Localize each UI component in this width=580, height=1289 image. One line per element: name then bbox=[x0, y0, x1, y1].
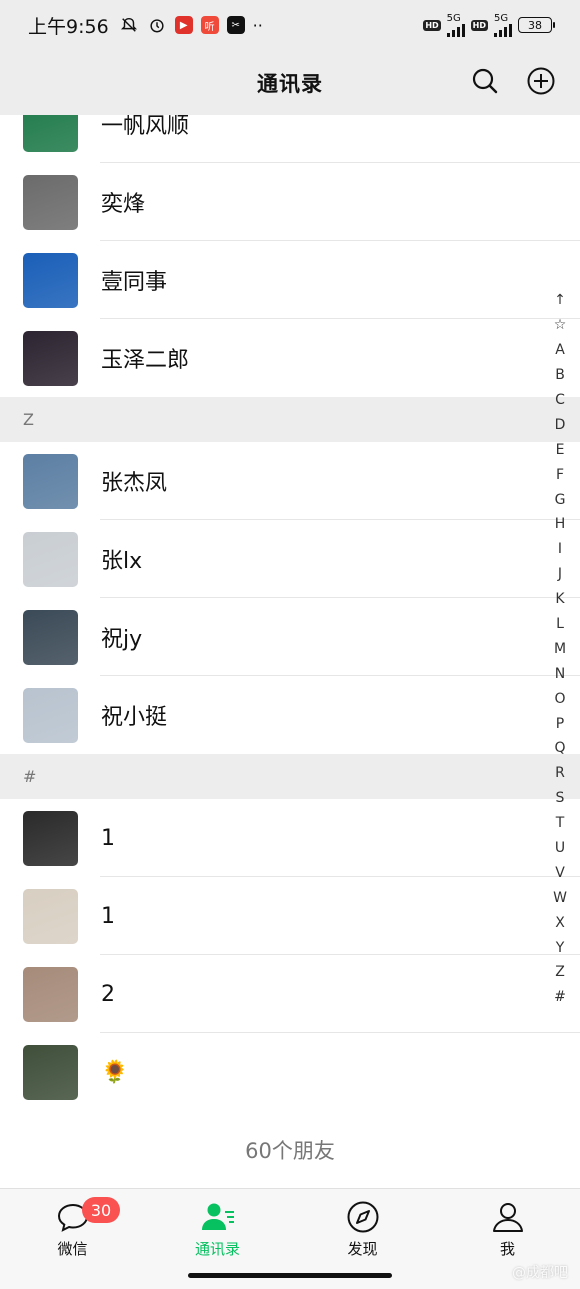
index-letter[interactable]: J bbox=[558, 562, 562, 587]
capcut-icon: ✂ bbox=[226, 16, 245, 34]
index-letter[interactable]: # bbox=[554, 985, 566, 1010]
index-letter[interactable]: D bbox=[555, 412, 566, 437]
contact-name: 壹同事 bbox=[101, 270, 168, 295]
index-letter[interactable]: C bbox=[555, 388, 565, 413]
ting-app-icon: 听 bbox=[200, 16, 219, 34]
index-letter[interactable]: ↑ bbox=[554, 288, 566, 313]
status-time: 上午9:56 bbox=[28, 15, 109, 38]
index-letter[interactable]: V bbox=[555, 860, 565, 885]
contact-row[interactable]: 2 bbox=[0, 955, 580, 1033]
contact-list: 一帆风顺 奕烽 壹同事 玉泽二郎 Z 张杰凤 张lx 祝jy 祝小挺 # 1 1 2 🌻 60个朋… bbox=[0, 85, 580, 1189]
index-letter[interactable]: I bbox=[558, 537, 562, 562]
index-letter[interactable]: H bbox=[555, 512, 566, 537]
contact-name: 2 bbox=[101, 981, 115, 1007]
index-letter[interactable]: S bbox=[556, 786, 565, 811]
contact-row[interactable]: 壹同事 bbox=[0, 241, 580, 319]
compass-icon bbox=[347, 1201, 378, 1233]
signal-1: 5G bbox=[446, 13, 465, 37]
hd-icon: HD bbox=[423, 19, 441, 31]
avatar bbox=[23, 1044, 78, 1100]
section-header-hash: # bbox=[0, 754, 580, 799]
index-letter[interactable]: K bbox=[555, 587, 564, 612]
index-letter[interactable]: Q bbox=[554, 736, 565, 761]
section-header-z: Z bbox=[0, 397, 580, 442]
contact-name: 玉泽二郎 bbox=[101, 348, 190, 373]
contact-row[interactable]: 祝jy bbox=[0, 598, 580, 676]
index-letter[interactable]: P bbox=[556, 711, 564, 736]
contact-name: 1 bbox=[101, 825, 115, 851]
contact-name: 🌻 bbox=[101, 1059, 129, 1085]
battery-icon: 38 bbox=[518, 17, 555, 33]
index-letter[interactable]: L bbox=[556, 612, 564, 637]
contact-row[interactable]: 🌻 bbox=[0, 1033, 580, 1111]
avatar bbox=[23, 174, 78, 230]
index-letter[interactable]: Y bbox=[556, 935, 565, 960]
add-contact-icon[interactable] bbox=[526, 66, 556, 96]
home-indicator[interactable] bbox=[188, 1273, 392, 1278]
index-letter[interactable]: W bbox=[553, 885, 567, 910]
weibo-icon: ▶ bbox=[174, 16, 193, 34]
index-letter[interactable]: R bbox=[555, 761, 565, 786]
unread-badge: 30 bbox=[82, 1197, 120, 1223]
avatar bbox=[23, 609, 78, 665]
index-letter[interactable]: F bbox=[556, 462, 564, 487]
index-letter[interactable]: Z bbox=[555, 960, 565, 985]
contact-row[interactable]: 1 bbox=[0, 877, 580, 955]
tab-label: 微信 bbox=[57, 1240, 88, 1258]
index-letter[interactable]: B bbox=[555, 363, 565, 388]
contact-row[interactable]: 1 bbox=[0, 799, 580, 877]
search-icon[interactable] bbox=[470, 66, 500, 96]
friend-count: 60个朋友 bbox=[245, 1139, 335, 1163]
more-notifications-icon: ·· bbox=[252, 15, 263, 35]
contacts-icon bbox=[201, 1203, 234, 1230]
tab-label: 我 bbox=[499, 1240, 515, 1258]
contact-row[interactable]: 奕烽 bbox=[0, 163, 580, 241]
person-icon bbox=[492, 1203, 523, 1232]
contact-name: 张lx bbox=[101, 549, 143, 574]
watermark: @成都吧 bbox=[512, 1265, 568, 1281]
index-letter[interactable]: T bbox=[556, 811, 565, 836]
contact-name: 祝小挺 bbox=[101, 705, 168, 730]
contact-name: 1 bbox=[101, 903, 115, 929]
status-bar: 上午9:56 ▶ 听 ✂ ·· HD 5G HD 5G 38 bbox=[0, 0, 580, 50]
index-letter[interactable]: X bbox=[555, 910, 565, 935]
avatar bbox=[23, 330, 78, 386]
top-header: 通讯录 bbox=[0, 50, 580, 115]
avatar bbox=[23, 687, 78, 743]
alarm-icon bbox=[147, 15, 167, 35]
avatar bbox=[23, 888, 78, 944]
avatar bbox=[23, 453, 78, 509]
index-letter[interactable]: A bbox=[555, 338, 565, 363]
index-letter[interactable]: N bbox=[555, 661, 565, 686]
avatar bbox=[23, 531, 78, 587]
contact-row[interactable]: 祝小挺 bbox=[0, 676, 580, 754]
tab-label: 发现 bbox=[347, 1240, 378, 1258]
index-letter[interactable]: U bbox=[555, 836, 565, 861]
contact-name: 祝jy bbox=[101, 627, 143, 652]
page-title: 通讯录 bbox=[257, 71, 323, 96]
avatar bbox=[23, 252, 78, 308]
tab-label: 通讯录 bbox=[194, 1240, 240, 1258]
index-letter[interactable]: E bbox=[556, 437, 565, 462]
contact-row[interactable]: 张lx bbox=[0, 520, 580, 598]
contact-row[interactable]: 张杰凤 bbox=[0, 442, 580, 520]
alphabet-index-bar[interactable]: ↑ ☆ A B C D E F G H I J K L M N O P Q R S T U V W X Y Z # bbox=[550, 288, 570, 1010]
index-letter[interactable]: M bbox=[554, 636, 566, 661]
mute-bell-icon bbox=[119, 15, 139, 35]
contact-name: 奕烽 bbox=[101, 192, 146, 217]
contact-name: 张杰凤 bbox=[101, 471, 168, 496]
signal-2: 5G bbox=[494, 13, 512, 37]
avatar bbox=[23, 966, 78, 1022]
contact-row[interactable]: 玉泽二郎 bbox=[0, 319, 580, 397]
index-letter[interactable]: O bbox=[554, 686, 565, 711]
avatar bbox=[23, 810, 78, 866]
index-letter[interactable]: ☆ bbox=[554, 313, 567, 338]
index-letter[interactable]: G bbox=[555, 487, 566, 512]
tab-chats[interactable]: 微信 30 bbox=[0, 1189, 145, 1289]
hd-icon-2: HD bbox=[470, 19, 488, 31]
